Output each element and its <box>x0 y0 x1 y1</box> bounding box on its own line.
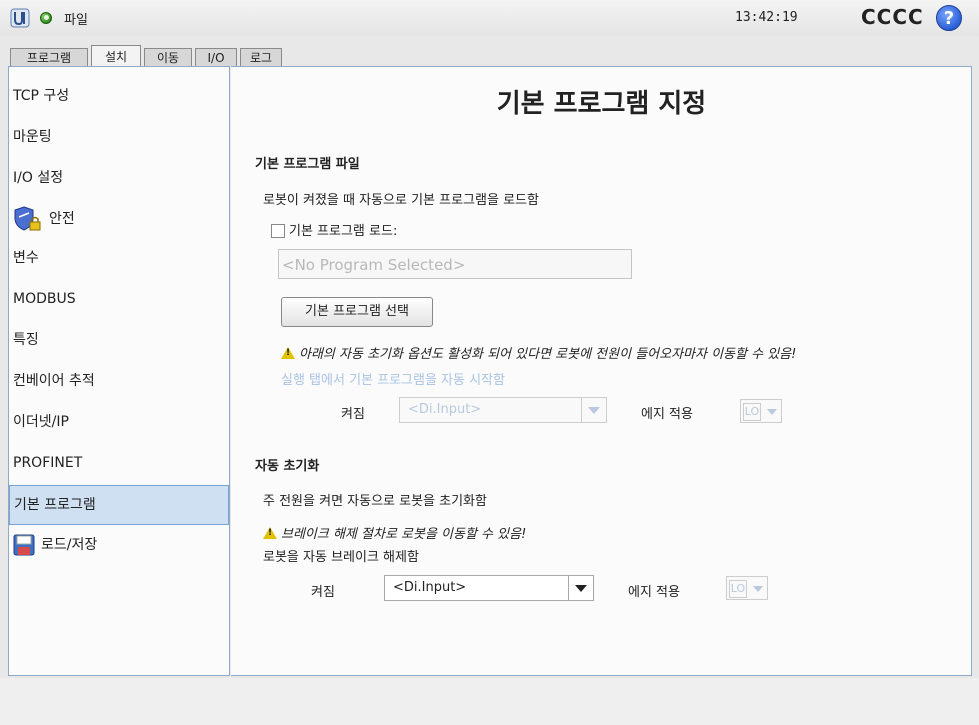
sidebar-item-tcp[interactable]: TCP 구성 <box>9 77 229 115</box>
warning-icon <box>281 347 295 359</box>
sidebar-item-label: 변수 <box>13 250 39 266</box>
sidebar-item-label: 안전 <box>49 211 75 227</box>
sidebar-item-ethernet-ip[interactable]: 이더넷/IP <box>9 403 229 441</box>
chevron-down-icon <box>581 398 606 422</box>
edge-value: LO <box>729 580 747 598</box>
tab-io[interactable]: I/O <box>195 48 237 66</box>
sidebar-item-profinet[interactable]: PROFINET <box>9 444 229 482</box>
warning-icon <box>263 527 277 539</box>
edge-value: LO <box>743 403 761 421</box>
sidebar-item-label: I/O 설정 <box>13 170 64 186</box>
tab-installation[interactable]: 설치 <box>91 45 141 67</box>
sidebar-item-load-save[interactable]: 로드/저장 <box>9 526 229 564</box>
sidebar-item-label: 마운팅 <box>13 129 52 145</box>
brake-on-label: 켜짐 <box>311 585 335 600</box>
sidebar-item-label: 로드/저장 <box>41 537 98 553</box>
chevron-down-icon <box>763 400 781 422</box>
sidebar-item-default-program[interactable]: 기본 프로그램 <box>9 485 229 525</box>
autostart-warning: 아래의 자동 초기화 옵션도 활성화 되어 있다면 로봇에 전원이 들어오자마자… <box>281 343 796 362</box>
robot-status-icon <box>40 12 52 24</box>
robot-name: CCCC <box>861 5 924 29</box>
shield-lock-icon <box>14 206 41 231</box>
sidebar-item-features[interactable]: 특징 <box>9 321 229 359</box>
ur-logo-icon[interactable] <box>10 8 30 28</box>
sidebar-item-label: TCP 구성 <box>13 88 70 104</box>
floppy-disk-icon <box>13 534 35 556</box>
sidebar-item-label: PROFINET <box>13 455 83 471</box>
load-default-program-checkbox[interactable] <box>271 224 285 238</box>
select-value: <Di.Input> <box>408 402 482 417</box>
sidebar-item-safety[interactable]: 안전 <box>9 200 229 238</box>
select-value: <Di.Input> <box>393 580 467 595</box>
tab-move[interactable]: 이동 <box>144 48 192 66</box>
select-default-program-button[interactable]: 기본 프로그램 선택 <box>281 297 433 327</box>
sidebar-item-label: 이더넷/IP <box>13 414 69 430</box>
load-default-program-label: 기본 프로그램 로드: <box>289 224 398 239</box>
autostart-input-select[interactable]: <Di.Input> <box>399 397 607 423</box>
sidebar-item-label: MODBUS <box>13 291 76 307</box>
warning-text: 브레이크 해제 절차로 로봇을 이동할 수 있음! <box>281 527 527 542</box>
sidebar-item-modbus[interactable]: MODBUS <box>9 280 229 318</box>
warning-text: 아래의 자동 초기화 옵션도 활성화 되어 있다면 로봇에 전원이 들어오자마자… <box>299 347 797 362</box>
autostart-label: 실행 탭에서 기본 프로그램을 자동 시작함 <box>281 373 505 388</box>
tab-log[interactable]: 로그 <box>240 48 282 66</box>
brake-input-select[interactable]: <Di.Input> <box>384 575 594 601</box>
brake-edge-label: 에지 적용 <box>628 585 680 600</box>
program-file-field: <No Program Selected> <box>278 249 632 279</box>
brake-edge-select[interactable]: LO <box>726 576 768 600</box>
chevron-down-icon <box>749 577 767 599</box>
sidebar-item-conveyor[interactable]: 컨베이어 추적 <box>9 362 229 400</box>
installation-sidebar: TCP 구성 마운팅 I/O 설정 안전 변수 MODBUS 특징 컨베이어 추… <box>8 66 230 676</box>
autostart-on-label: 켜짐 <box>341 407 365 422</box>
sidebar-item-mounting[interactable]: 마운팅 <box>9 118 229 156</box>
top-bar: 파일 13:42:19 CCCC ? <box>0 0 979 36</box>
file-menu[interactable]: 파일 <box>64 9 88 28</box>
sidebar-item-variables[interactable]: 변수 <box>9 239 229 277</box>
sidebar-item-label: 컨베이어 추적 <box>13 373 95 389</box>
footer-bar <box>0 678 979 725</box>
auto-init-description: 주 전원을 켜면 자동으로 로봇을 초기화함 <box>263 494 487 509</box>
help-icon[interactable]: ? <box>936 5 962 31</box>
default-program-description: 로봇이 켜졌을 때 자동으로 기본 프로그램을 로드함 <box>263 193 539 208</box>
sidebar-item-io-setup[interactable]: I/O 설정 <box>9 159 229 197</box>
tab-bar: 프로그램 설치 이동 I/O 로그 <box>0 36 979 67</box>
chevron-down-icon <box>568 576 593 600</box>
page-title: 기본 프로그램 지정 <box>496 89 707 119</box>
clock: 13:42:19 <box>735 10 798 25</box>
brake-warning: 브레이크 해제 절차로 로봇을 이동할 수 있음! <box>263 523 526 542</box>
sidebar-item-label: 특징 <box>13 332 39 348</box>
default-program-heading: 기본 프로그램 파일 <box>255 157 360 172</box>
sidebar-item-label: 기본 프로그램 <box>14 497 96 513</box>
tab-program[interactable]: 프로그램 <box>10 48 88 66</box>
autostart-edge-label: 에지 적용 <box>641 407 693 422</box>
brake-release-label: 로봇을 자동 브레이크 해제함 <box>263 550 419 565</box>
auto-init-heading: 자동 초기화 <box>255 459 320 474</box>
default-program-panel: 기본 프로그램 지정 기본 프로그램 파일 로봇이 켜졌을 때 자동으로 기본 … <box>231 66 972 676</box>
autostart-edge-select[interactable]: LO <box>740 399 782 423</box>
